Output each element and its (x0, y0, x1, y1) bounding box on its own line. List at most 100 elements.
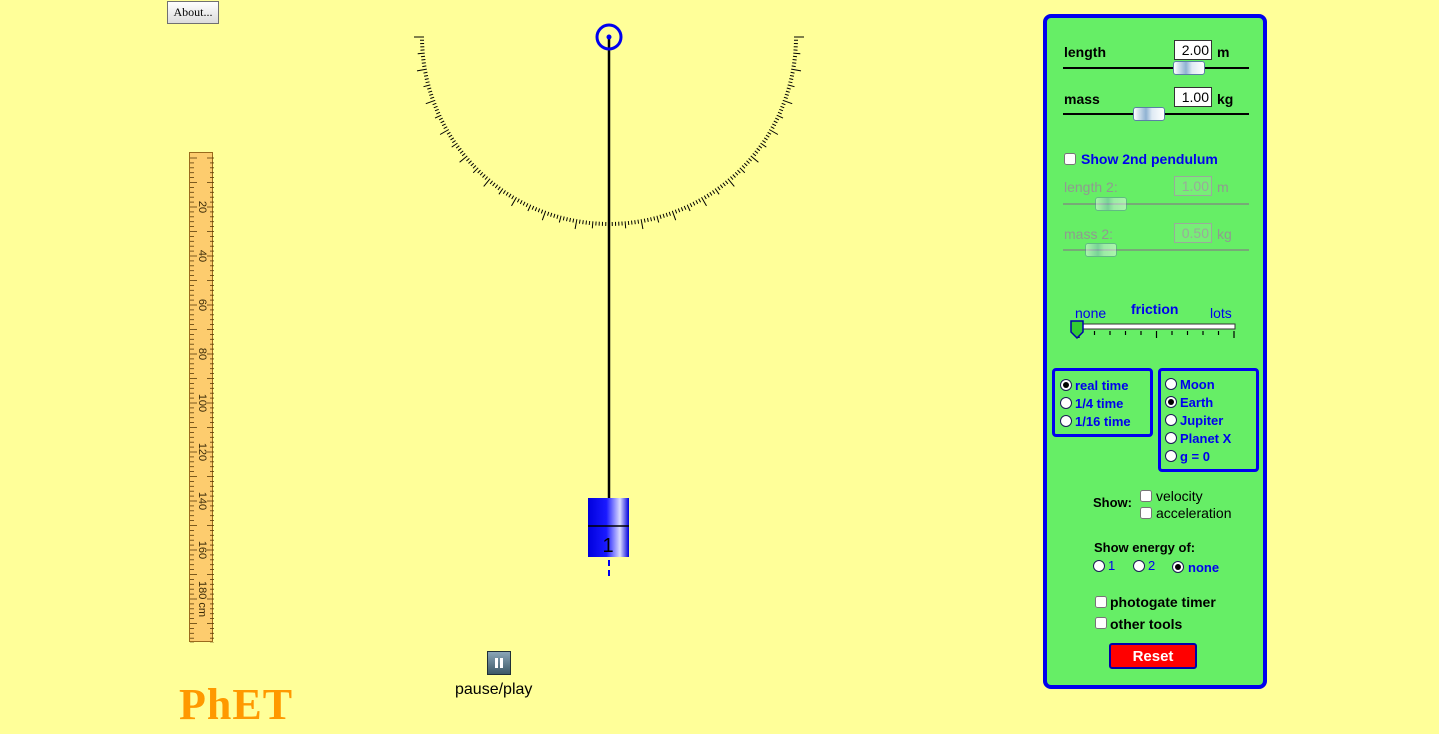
protractor-tick (659, 214, 662, 219)
acceleration-checkbox[interactable] (1140, 507, 1152, 519)
protractor-tick (727, 178, 735, 187)
gravity-option-earth[interactable]: Earth (1165, 393, 1256, 411)
gravity-earth-label: Earth (1180, 394, 1214, 410)
protractor-tick (556, 214, 559, 219)
gravity-zero-radio[interactable] (1165, 450, 1177, 462)
bob-label: 1 (602, 535, 613, 557)
length2-input (1174, 176, 1212, 196)
other-tools-checkbox[interactable] (1095, 617, 1107, 629)
friction-title: friction (1131, 301, 1179, 317)
protractor-tick (665, 212, 668, 217)
gravity-moon-label: Moon (1180, 376, 1215, 392)
protractor-tick (706, 193, 710, 198)
friction-slider-track[interactable] (1076, 323, 1236, 330)
time-sixteenth-radio[interactable] (1060, 415, 1072, 427)
protractor-tick (662, 213, 665, 218)
energy-1-radio[interactable] (1093, 560, 1105, 572)
protractor-tick (776, 114, 784, 119)
protractor-tick (775, 117, 780, 121)
gravity-option-zero[interactable]: g = 0 (1165, 447, 1256, 465)
protractor-tick (668, 211, 671, 216)
time-quarter-radio[interactable] (1060, 397, 1072, 409)
protractor-tick (643, 218, 646, 223)
gravity-earth-radio[interactable] (1165, 396, 1177, 408)
time-option-quarter[interactable]: 1/4 time (1060, 394, 1150, 412)
protractor-tick (732, 174, 736, 178)
protractor-tick (459, 150, 464, 154)
protractor-tick (692, 201, 696, 206)
mass-input[interactable] (1174, 87, 1212, 107)
protractor-tick (789, 75, 795, 77)
protractor-tick (782, 99, 793, 105)
phet-logo: PhET (179, 680, 294, 729)
protractor-tick (689, 203, 693, 208)
mass-slider-thumb[interactable] (1133, 107, 1165, 121)
show-energy-label: Show energy of: (1094, 540, 1196, 555)
other-tools-label: other tools (1110, 616, 1183, 632)
protractor-tick (483, 178, 491, 187)
protractor-tick (440, 120, 445, 124)
pendulum-bob[interactable]: 1 (588, 498, 629, 557)
velocity-label: velocity (1156, 488, 1203, 504)
gravity-jupiter-radio[interactable] (1165, 414, 1177, 426)
protractor-tick (562, 216, 565, 221)
protractor-tick (785, 90, 790, 93)
protractor-tick (677, 208, 681, 213)
protractor-tick (441, 123, 446, 127)
protractor-tick (671, 210, 677, 221)
protractor-tick (541, 210, 547, 221)
protractor-tick (725, 180, 729, 185)
protractor-tick (656, 215, 660, 223)
length-input[interactable] (1174, 40, 1212, 60)
length2-slider-thumb (1095, 197, 1127, 211)
pause-icon (495, 658, 503, 668)
time-option-real[interactable]: real time (1060, 376, 1150, 394)
show-vectors-label: Show: (1093, 495, 1132, 510)
protractor-tick (637, 219, 640, 224)
protractor-tick (531, 205, 535, 210)
protractor-tick (522, 201, 526, 206)
length-slider-track[interactable] (1063, 67, 1249, 69)
mass2-input (1174, 223, 1212, 243)
time-speed-group: real time 1/4 time 1/16 time (1052, 368, 1153, 437)
protractor-tick (741, 165, 746, 169)
reset-button[interactable]: Reset (1109, 643, 1197, 669)
protractor-tick (468, 160, 472, 164)
velocity-checkbox[interactable] (1140, 490, 1152, 502)
mass2-unit: kg (1217, 226, 1232, 242)
protractor-tick (719, 184, 724, 189)
protractor-tick (722, 182, 726, 187)
gravity-option-moon[interactable]: Moon (1165, 375, 1256, 393)
friction-slider[interactable] (1067, 318, 1239, 342)
protractor-tick (792, 55, 798, 58)
protractor-tick (788, 81, 793, 84)
energy-none-radio[interactable] (1172, 561, 1184, 573)
mass-label: mass (1064, 91, 1100, 107)
protractor-tick (427, 87, 432, 90)
protractor-tick (489, 180, 493, 185)
length-slider-thumb[interactable] (1173, 61, 1205, 75)
photogate-timer-checkbox[interactable] (1095, 596, 1107, 608)
friction-slider-thumb[interactable] (1070, 320, 1084, 340)
length2-label: length 2: (1064, 179, 1118, 195)
protractor-tick (574, 219, 578, 230)
gravity-option-planet-x[interactable]: Planet X (1165, 429, 1256, 447)
protractor-tick (450, 137, 455, 141)
protractor-tick (763, 137, 768, 141)
show-2nd-pendulum-checkbox[interactable] (1064, 153, 1076, 165)
energy-2-radio[interactable] (1133, 560, 1145, 572)
mass2-label: mass 2: (1064, 226, 1114, 242)
protractor-tick (423, 84, 431, 88)
pause-play-button[interactable] (487, 651, 511, 675)
gravity-moon-radio[interactable] (1165, 378, 1177, 390)
gravity-planet-x-radio[interactable] (1165, 432, 1177, 444)
protractor-tick (534, 207, 538, 212)
gravity-option-jupiter[interactable]: Jupiter (1165, 411, 1256, 429)
protractor-tick (428, 90, 433, 93)
protractor-tick (743, 162, 748, 167)
protractor-tick (498, 188, 504, 195)
protractor-tick (425, 81, 430, 84)
protractor-tick (754, 150, 759, 154)
time-real-radio[interactable] (1060, 379, 1072, 391)
time-option-sixteenth[interactable]: 1/16 time (1060, 412, 1150, 430)
